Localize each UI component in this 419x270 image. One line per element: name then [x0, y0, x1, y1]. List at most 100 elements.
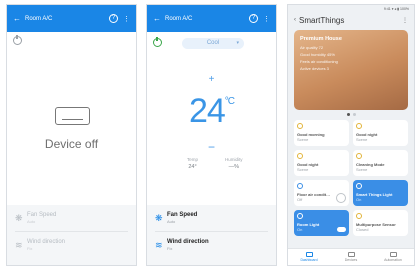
- wind-direction-value: Fix: [167, 246, 173, 251]
- temperature-unit: °C: [224, 96, 235, 107]
- back-button[interactable]: ←: [153, 14, 163, 23]
- tile-status: Closed: [356, 227, 369, 232]
- location-card[interactable]: Premium House Air quality 72 Good humidi…: [294, 30, 408, 110]
- wind-icon: ≋: [15, 239, 23, 250]
- scene-tile[interactable]: Good night Scene: [294, 150, 349, 176]
- nav-automation[interactable]: Automation: [378, 252, 408, 262]
- tile-status: Scene: [356, 167, 368, 172]
- nav-devices[interactable]: Devices: [336, 252, 366, 262]
- fan-icon: ❋: [15, 212, 23, 223]
- bottom-navigation: Dashboard Devices Automation: [288, 248, 414, 265]
- device-tile[interactable]: Floor air condit… Off: [294, 180, 349, 206]
- back-icon[interactable]: ‹: [294, 17, 296, 23]
- chevron-down-icon: ▾: [236, 40, 239, 46]
- sun-icon: [356, 123, 362, 129]
- app-title-bar: ‹ SmartThings ⋮: [288, 13, 414, 27]
- location-info-line: Active devices 3: [300, 66, 329, 71]
- page-dot: [346, 113, 350, 116]
- device-tile[interactable]: Room Light On: [294, 210, 349, 236]
- fan-speed-label: Fan Speed: [27, 212, 57, 218]
- air-conditioner-icon: [55, 107, 90, 125]
- sun-icon: [297, 123, 303, 129]
- more-options-icon[interactable]: ⋮: [402, 17, 408, 24]
- phone-screen-smartthings-dashboard: 9:41 ▾ ◂ ▮ 100% ‹ SmartThings ⋮ Premium …: [287, 4, 415, 266]
- tile-status: On: [356, 197, 362, 202]
- help-icon[interactable]: ?: [249, 14, 258, 23]
- air-conditioner-icon: [297, 183, 303, 189]
- page-indicator: [288, 113, 414, 117]
- wind-icon: ≋: [155, 239, 163, 250]
- temperature-decrease-button[interactable]: −: [147, 140, 276, 154]
- mode-selector[interactable]: Cool ▾: [182, 38, 244, 49]
- humidity-label: Humidity: [225, 157, 243, 162]
- nav-label: Devices: [344, 258, 358, 262]
- device-tile[interactable]: Smart Things Light On: [353, 180, 408, 206]
- light-icon: [356, 183, 362, 189]
- back-button[interactable]: ←: [13, 14, 23, 23]
- controls-list: ❋ Fan Speed Auto ≋ Wind direction Fix: [147, 205, 276, 265]
- tile-status: Scene: [356, 137, 368, 142]
- dashboard-icon: [305, 252, 313, 257]
- indoor-temperature-value: 24°: [188, 164, 197, 170]
- controls-list: ❋ Fan Speed Auto ≋ Wind direction Fix: [7, 205, 136, 265]
- location-info-line: Good humidity 45%: [300, 52, 335, 57]
- help-icon[interactable]: ?: [109, 14, 118, 23]
- wind-direction-row[interactable]: ≋ Wind direction Fix: [7, 232, 136, 258]
- humidity-value: —%: [228, 164, 239, 170]
- app-header: ← Room A/C ? ⋮: [7, 5, 136, 32]
- target-temperature: 24°C: [147, 92, 276, 131]
- toggle-switch[interactable]: [337, 227, 346, 232]
- sun-icon: [297, 153, 303, 159]
- indoor-temperature-readout: Temp 24°: [187, 157, 198, 170]
- phone-screen-device-off: ← Room A/C ? ⋮ Device off ❋ Fan Speed Au…: [6, 4, 137, 266]
- fan-speed-label: Fan Speed: [167, 212, 198, 218]
- location-info-line: Feels air conditioning: [300, 59, 338, 64]
- temperature-value: 24: [188, 92, 226, 130]
- wind-direction-label: Wind direction: [27, 239, 66, 245]
- nav-label: Dashboard: [300, 258, 318, 262]
- indoor-temperature-label: Temp: [187, 157, 199, 162]
- fan-icon: ❋: [155, 212, 163, 223]
- app-header: ← Room A/C ? ⋮: [147, 5, 276, 32]
- sensor-icon: [356, 213, 362, 219]
- device-tile-grid: Good morning Scene Good night Scene Good…: [288, 120, 414, 236]
- automation-icon: [389, 252, 397, 257]
- more-options-icon[interactable]: ⋮: [263, 15, 270, 23]
- nav-label: Automation: [384, 258, 402, 262]
- light-icon: [297, 213, 303, 219]
- device-tile[interactable]: Multipurpose Sensor Closed: [353, 210, 408, 236]
- wind-direction-row[interactable]: ≋ Wind direction Fix: [147, 232, 276, 258]
- page-dot: [352, 113, 356, 116]
- device-title: Room A/C: [165, 15, 193, 22]
- device-panel: Cool ▾ + 24°C − Temp 24° Humidity —%: [147, 32, 276, 205]
- device-state-text: Device off: [44, 137, 99, 151]
- phone-screen-device-on: ← Room A/C ? ⋮ Cool ▾ + 24°C − Temp 24° …: [146, 4, 277, 266]
- power-icon[interactable]: [153, 37, 162, 47]
- power-icon[interactable]: [336, 193, 346, 203]
- devices-icon: [347, 252, 355, 257]
- sun-icon: [356, 153, 362, 159]
- location-name: Premium House: [300, 36, 342, 42]
- status-bar: 9:41 ▾ ◂ ▮ 100%: [383, 7, 409, 11]
- tile-status: Scene: [297, 137, 309, 142]
- device-panel: Device off: [7, 32, 136, 205]
- fan-speed-row[interactable]: ❋ Fan Speed Auto: [7, 205, 136, 231]
- scene-tile[interactable]: Good night Scene: [353, 120, 408, 146]
- more-options-icon[interactable]: ⋮: [123, 15, 130, 23]
- temperature-increase-button[interactable]: +: [147, 74, 276, 85]
- humidity-readout: Humidity —%: [225, 157, 243, 170]
- wind-direction-label: Wind direction: [167, 239, 209, 245]
- fan-speed-value: Auto: [27, 219, 36, 224]
- scene-tile[interactable]: Good morning Scene: [294, 120, 349, 146]
- mode-value: Cool: [206, 40, 220, 46]
- location-info-line: Air quality 72: [300, 45, 324, 50]
- app-title: SmartThings: [299, 15, 345, 25]
- fan-speed-row[interactable]: ❋ Fan Speed Auto: [147, 205, 276, 231]
- power-icon[interactable]: [13, 35, 22, 45]
- wind-direction-value: Fix: [27, 246, 33, 251]
- device-title: Room A/C: [25, 15, 53, 22]
- nav-dashboard[interactable]: Dashboard: [294, 252, 324, 262]
- scene-tile[interactable]: Cleaning Mode Scene: [353, 150, 408, 176]
- tile-status: Scene: [297, 167, 309, 172]
- fan-speed-value: Auto: [167, 219, 176, 224]
